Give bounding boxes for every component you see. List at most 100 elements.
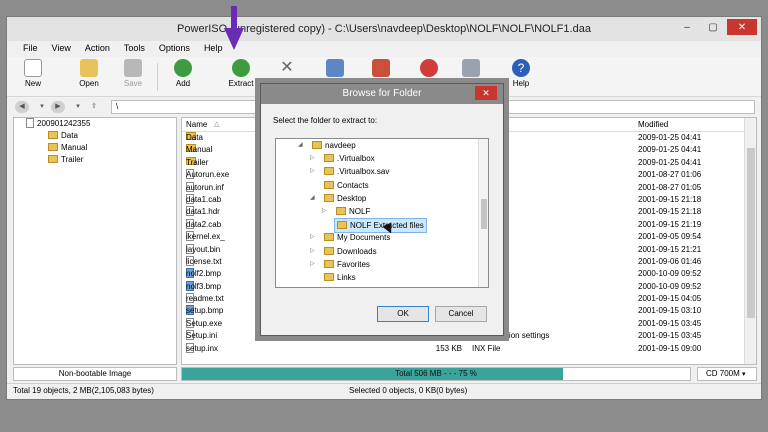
add-button[interactable]: Add <box>165 59 201 88</box>
open-button[interactable]: Open <box>71 59 107 88</box>
back-dropdown-icon[interactable]: ▾ <box>35 101 49 113</box>
burn-button[interactable] <box>411 59 447 79</box>
dialog-scrollbar[interactable] <box>478 139 488 287</box>
toolbar-divider <box>157 63 158 91</box>
file-modified: 2001-09-15 21:19 <box>638 219 702 229</box>
file-modified: 2000-10-09 09:52 <box>638 281 702 291</box>
expand-arrow-icon[interactable]: ▷ <box>322 205 327 218</box>
dialog-tree-item[interactable]: Links <box>276 271 488 284</box>
expand-arrow-icon[interactable]: ◢ <box>310 192 315 205</box>
file-name-text: layout.bin <box>186 244 221 254</box>
minimize-button[interactable]: – <box>675 19 699 35</box>
dialog-folder-tree: ◢ navdeep ▷ .Virtualbox ▷ .Virtualbox.sav Cont… <box>275 138 489 288</box>
scrollbar-thumb[interactable] <box>747 148 755 318</box>
list-scrollbar[interactable] <box>744 118 756 364</box>
cancel-button[interactable]: Cancel <box>435 306 487 322</box>
folder-icon <box>324 233 334 242</box>
folder-icon <box>324 259 334 268</box>
dialog-item-text: Contacts <box>337 180 369 190</box>
dialog-tree-item[interactable]: ▷ Favorites <box>276 258 488 271</box>
dialog-scrollbar-thumb[interactable] <box>481 199 487 229</box>
menu-options[interactable]: Options <box>153 41 196 55</box>
tree-root[interactable]: 200901242355 <box>14 118 176 130</box>
expand-arrow-icon[interactable]: ◢ <box>298 139 303 152</box>
menu-tools[interactable]: Tools <box>118 41 151 55</box>
dialog-item-label: My Documents <box>322 231 392 244</box>
copy-button[interactable] <box>317 59 353 79</box>
expand-arrow-icon[interactable]: ▷ <box>310 152 315 165</box>
file-modified: 2009-01-25 04:41 <box>638 133 702 142</box>
dialog-tree-item[interactable]: NOLF Extracted files <box>276 218 488 234</box>
title-bar[interactable]: PowerISO (unregistered copy) - C:\Users\… <box>7 17 761 41</box>
dialog-tree-item[interactable]: Contacts <box>276 179 488 192</box>
save-icon <box>124 59 142 77</box>
file-type: INX File <box>472 343 501 353</box>
folder-icon <box>324 272 334 281</box>
column-modified[interactable]: Modified <box>638 120 668 129</box>
help-button[interactable]: ? Help <box>503 59 539 88</box>
menu-action[interactable]: Action <box>79 41 116 55</box>
tree-item-trailer[interactable]: Trailer <box>14 154 176 166</box>
file-modified: 2001-09-15 21:18 <box>638 207 702 217</box>
up-folder-icon[interactable]: ⇧ <box>87 101 101 113</box>
mount-button[interactable] <box>453 59 489 79</box>
total-objects-text: Total 19 objects, 2 MB(2,105,083 bytes) <box>13 386 154 395</box>
expand-arrow-icon[interactable]: ▷ <box>310 258 315 271</box>
file-name-text: readme.txt <box>186 294 224 304</box>
expand-arrow-icon[interactable]: ▷ <box>310 245 315 258</box>
tree-item-manual[interactable]: Manual <box>14 142 176 154</box>
dialog-tree-item[interactable]: ▷ .Virtualbox <box>276 152 488 165</box>
dialog-tree-item[interactable]: ◢ Desktop <box>276 192 488 205</box>
file-name-text: data1.hdr <box>186 207 220 217</box>
maximize-button[interactable]: ▢ <box>701 19 725 35</box>
file-name-text: setup.bmp <box>186 306 224 316</box>
dialog-item-label: Downloads <box>322 245 379 258</box>
tree-item-label: Manual <box>61 143 88 152</box>
dialog-tree-item[interactable]: ▷ Downloads <box>276 245 488 258</box>
ok-button[interactable]: OK <box>377 306 429 322</box>
dialog-tree-item[interactable]: ▷ My Documents <box>276 231 488 244</box>
column-name[interactable]: Name <box>186 120 207 129</box>
file-modified: 2001-08-27 01:06 <box>638 170 702 180</box>
delete-button[interactable]: ✕ <box>269 59 305 79</box>
dialog-tree-item[interactable]: ▷ NOLF <box>276 205 488 218</box>
media-size-select[interactable]: CD 700M ▾ <box>697 367 757 381</box>
media-size-value: CD 700M <box>706 369 740 378</box>
close-button[interactable]: ✕ <box>727 19 757 35</box>
new-label: New <box>24 79 41 88</box>
forward-icon[interactable]: ▶ <box>51 101 65 113</box>
save-button[interactable]: Save <box>115 59 151 88</box>
status-row: Non-bootable Image Total 506 MB - - - 75… <box>13 367 757 381</box>
burn-disc-icon <box>420 59 438 77</box>
disc-image-icon <box>26 118 34 128</box>
expand-arrow-icon[interactable]: ▷ <box>310 165 315 178</box>
extract-button[interactable]: Extract <box>221 59 261 88</box>
folder-icon <box>48 131 58 139</box>
file-modified: 2000-10-09 09:52 <box>638 269 702 279</box>
table-row[interactable]: setup.inx 153 KB INX File 2001-09-15 09:00 <box>182 342 756 355</box>
dialog-title-bar[interactable]: Browse for Folder ✕ <box>261 84 503 104</box>
file-name-text: Setup.ini <box>186 331 218 341</box>
file-modified: 2001-09-15 21:21 <box>638 244 702 254</box>
new-button[interactable]: New <box>15 59 51 88</box>
compress-button[interactable] <box>363 59 399 79</box>
folder-icon <box>324 246 334 255</box>
file-size: 153 KB <box>435 343 462 353</box>
tree-item-data[interactable]: Data <box>14 130 176 142</box>
chevron-down-icon: ▾ <box>742 371 746 378</box>
forward-dropdown-icon[interactable]: ▾ <box>71 101 85 113</box>
folder-icon <box>324 193 334 202</box>
expand-arrow-icon[interactable]: ▷ <box>310 231 315 244</box>
dialog-item-text: My Documents <box>337 233 391 243</box>
dialog-item-label: navdeep <box>310 139 358 152</box>
file-modified: 2009-01-25 04:41 <box>638 145 702 155</box>
dialog-close-button[interactable]: ✕ <box>475 86 497 100</box>
menu-view[interactable]: View <box>46 41 77 55</box>
file-modified: 2001-09-15 04:05 <box>638 294 702 304</box>
back-icon[interactable]: ◀ <box>15 101 29 113</box>
dialog-tree-item[interactable]: ◢ navdeep <box>276 139 488 152</box>
file-modified: 2001-09-15 03:10 <box>638 306 702 316</box>
menu-file[interactable]: File <box>17 41 44 55</box>
dialog-item-label: Desktop <box>322 192 368 205</box>
dialog-tree-item[interactable]: ▷ .Virtualbox.sav <box>276 165 488 178</box>
